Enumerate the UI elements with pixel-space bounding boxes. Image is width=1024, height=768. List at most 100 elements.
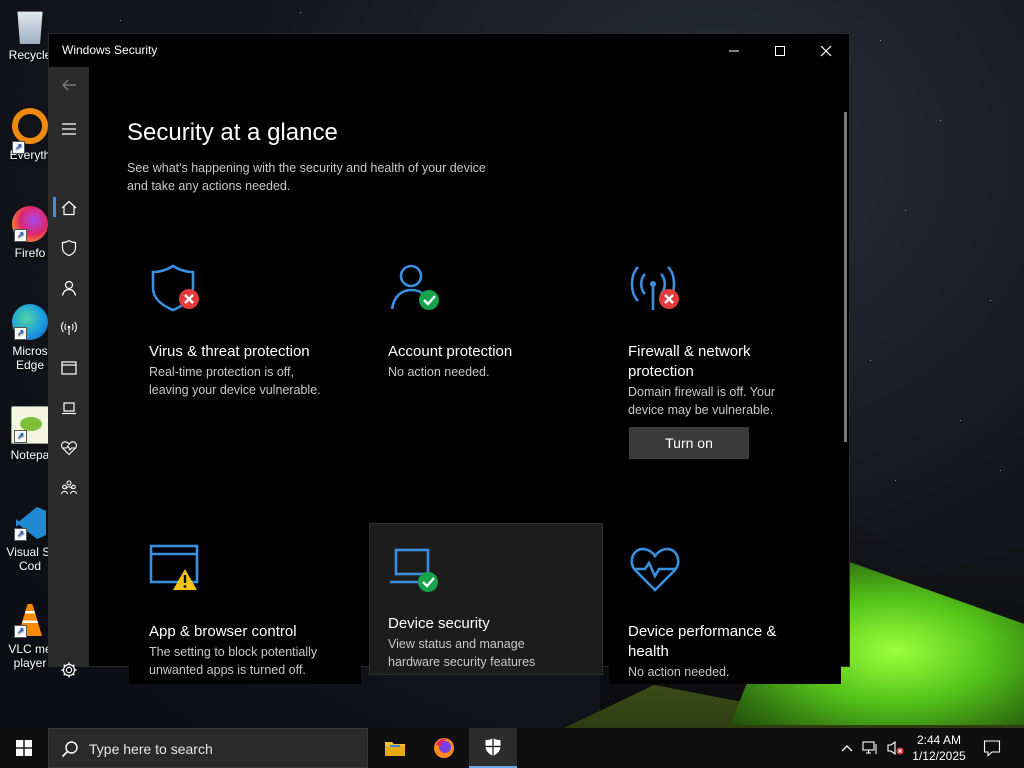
gear-icon — [61, 662, 77, 678]
minimize-icon — [729, 50, 739, 51]
card-description: The setting to block potentially unwante… — [149, 643, 349, 679]
sidebar-item-app-browser[interactable] — [49, 350, 89, 386]
everything-search-icon: ↗ — [12, 108, 48, 154]
taskbar-file-explorer[interactable] — [371, 728, 419, 768]
taskbar-search-box[interactable]: Type here to search — [48, 728, 368, 768]
chevron-up-icon — [841, 745, 853, 752]
start-button[interactable] — [0, 728, 48, 768]
search-placeholder: Type here to search — [89, 741, 213, 757]
card-description: View status and manage hardware security… — [388, 635, 588, 671]
taskbar-clock[interactable]: 2:44 AM 1/12/2025 — [906, 732, 972, 764]
description-line: device may be vulnerable. — [628, 403, 774, 417]
windows-security-window: Windows Security Security at a glance Se… — [48, 33, 850, 684]
desktop-icon-label: Recycle — [8, 48, 52, 62]
description-line: View status and manage — [388, 637, 525, 651]
notepad-icon: ↗ — [11, 406, 49, 444]
window-title: Windows Security — [62, 43, 158, 57]
description-line: hardware security features — [388, 655, 536, 669]
clock-date: 1/12/2025 — [912, 749, 966, 763]
taskbar-windows-security[interactable] — [469, 728, 517, 768]
card-title-text: Firewall & network — [628, 343, 751, 360]
card-title: Firewall & network protection Domain fir… — [628, 342, 828, 419]
description-line: No action needed. — [388, 365, 490, 379]
card-device-security[interactable]: Device security View status and manage h… — [369, 523, 603, 675]
antenna-error-icon — [630, 266, 679, 310]
card-description: Domain firewall is off. Your device may … — [628, 383, 828, 419]
firefox-icon — [434, 738, 454, 758]
person-ok-icon — [390, 264, 439, 310]
card-title: Device security View status and manage h… — [388, 614, 588, 671]
browser-warning-icon — [149, 544, 199, 590]
card-device-performance-health[interactable]: Device performance & health No action ne… — [609, 524, 841, 684]
speaker-muted-icon — [887, 740, 904, 756]
card-title: Account protection No action needed. — [388, 342, 588, 381]
vscode-icon: ↗ — [12, 505, 48, 541]
taskbar: Type here to search 2:44 AM 1/12/2025 — [0, 728, 1024, 768]
sidebar-item-device-performance[interactable] — [49, 430, 89, 466]
back-button[interactable] — [49, 67, 89, 103]
desktop-icon-label: Notepa — [10, 448, 50, 462]
tray-network[interactable] — [860, 728, 882, 768]
page-subtitle: See what's happening with the security a… — [127, 159, 527, 195]
card-title-text: Account protection — [388, 343, 513, 360]
card-account-protection[interactable]: Account protection No action needed. — [369, 244, 601, 514]
edge-icon: ↗ — [12, 304, 48, 340]
tray-volume-muted[interactable] — [884, 728, 906, 768]
card-title: Device performance & health No action ne… — [628, 622, 828, 681]
laptop-ok-icon — [390, 548, 438, 592]
scrollbar[interactable] — [844, 112, 847, 442]
taskbar-firefox[interactable] — [420, 728, 468, 768]
hamburger-menu-icon — [62, 123, 76, 135]
search-icon — [61, 741, 78, 758]
family-icon — [60, 480, 78, 495]
menu-button[interactable] — [49, 111, 89, 147]
back-arrow-icon — [62, 79, 76, 91]
card-title-text: protection — [628, 363, 694, 380]
recycle-bin-icon — [17, 11, 43, 44]
sidebar-item-firewall[interactable] — [49, 310, 89, 346]
laptop-icon — [62, 402, 76, 415]
description-line: Domain firewall is off. Your — [628, 385, 776, 399]
card-virus-threat-protection[interactable]: Virus & threat protection Real-time prot… — [129, 244, 361, 514]
sidebar-item-settings[interactable] — [49, 652, 89, 688]
sidebar-item-account-protection[interactable] — [49, 270, 89, 306]
description-line: The setting to block potentially — [149, 645, 318, 659]
heart-pulse-icon — [61, 441, 77, 456]
shield-icon — [61, 239, 77, 257]
tray-show-hidden-icons[interactable] — [836, 728, 858, 768]
subtitle-line: and take any actions needed. — [127, 179, 291, 193]
desktop-icon-label: Micros Edge — [12, 344, 48, 372]
maximize-button[interactable] — [757, 34, 803, 67]
close-icon — [820, 45, 832, 56]
card-app-browser-control[interactable]: App & browser control The setting to blo… — [129, 524, 361, 684]
clock-time: 2:44 AM — [916, 733, 962, 747]
firefox-icon: ↗ — [12, 206, 48, 242]
card-description: No action needed. — [388, 363, 588, 381]
heart-pulse-icon — [630, 547, 680, 592]
sidebar-item-family-options[interactable] — [49, 470, 89, 506]
sidebar-item-virus-protection[interactable] — [49, 230, 89, 266]
card-description: Real-time protection is off, leaving you… — [149, 363, 349, 399]
antenna-icon — [61, 321, 77, 335]
network-icon — [862, 741, 877, 754]
sidebar-item-home[interactable] — [49, 190, 89, 226]
card-title-text: health — [628, 643, 669, 660]
minimize-button[interactable] — [711, 34, 757, 67]
turn-on-firewall-button[interactable]: Turn on — [629, 427, 749, 459]
shield-icon — [485, 738, 501, 756]
card-title-text: Device performance & — [628, 623, 777, 640]
sidebar-nav — [49, 67, 89, 678]
action-center-button[interactable] — [978, 728, 1006, 768]
card-title: App & browser control The setting to blo… — [149, 622, 349, 679]
card-title: Virus & threat protection Real-time prot… — [149, 342, 349, 399]
description-line: leaving your device vulnerable. — [149, 383, 321, 397]
sidebar-item-device-security[interactable] — [49, 390, 89, 426]
notification-icon — [983, 740, 1001, 757]
card-firewall-network-protection[interactable]: Firewall & network protection Domain fir… — [609, 244, 841, 514]
description-line: No action needed. — [628, 665, 730, 679]
close-button[interactable] — [803, 34, 849, 67]
browser-window-icon — [61, 361, 77, 375]
description-line: unwanted apps is turned off. — [149, 663, 306, 677]
card-title-text: Device security — [388, 615, 490, 632]
title-bar[interactable]: Windows Security — [49, 34, 849, 67]
